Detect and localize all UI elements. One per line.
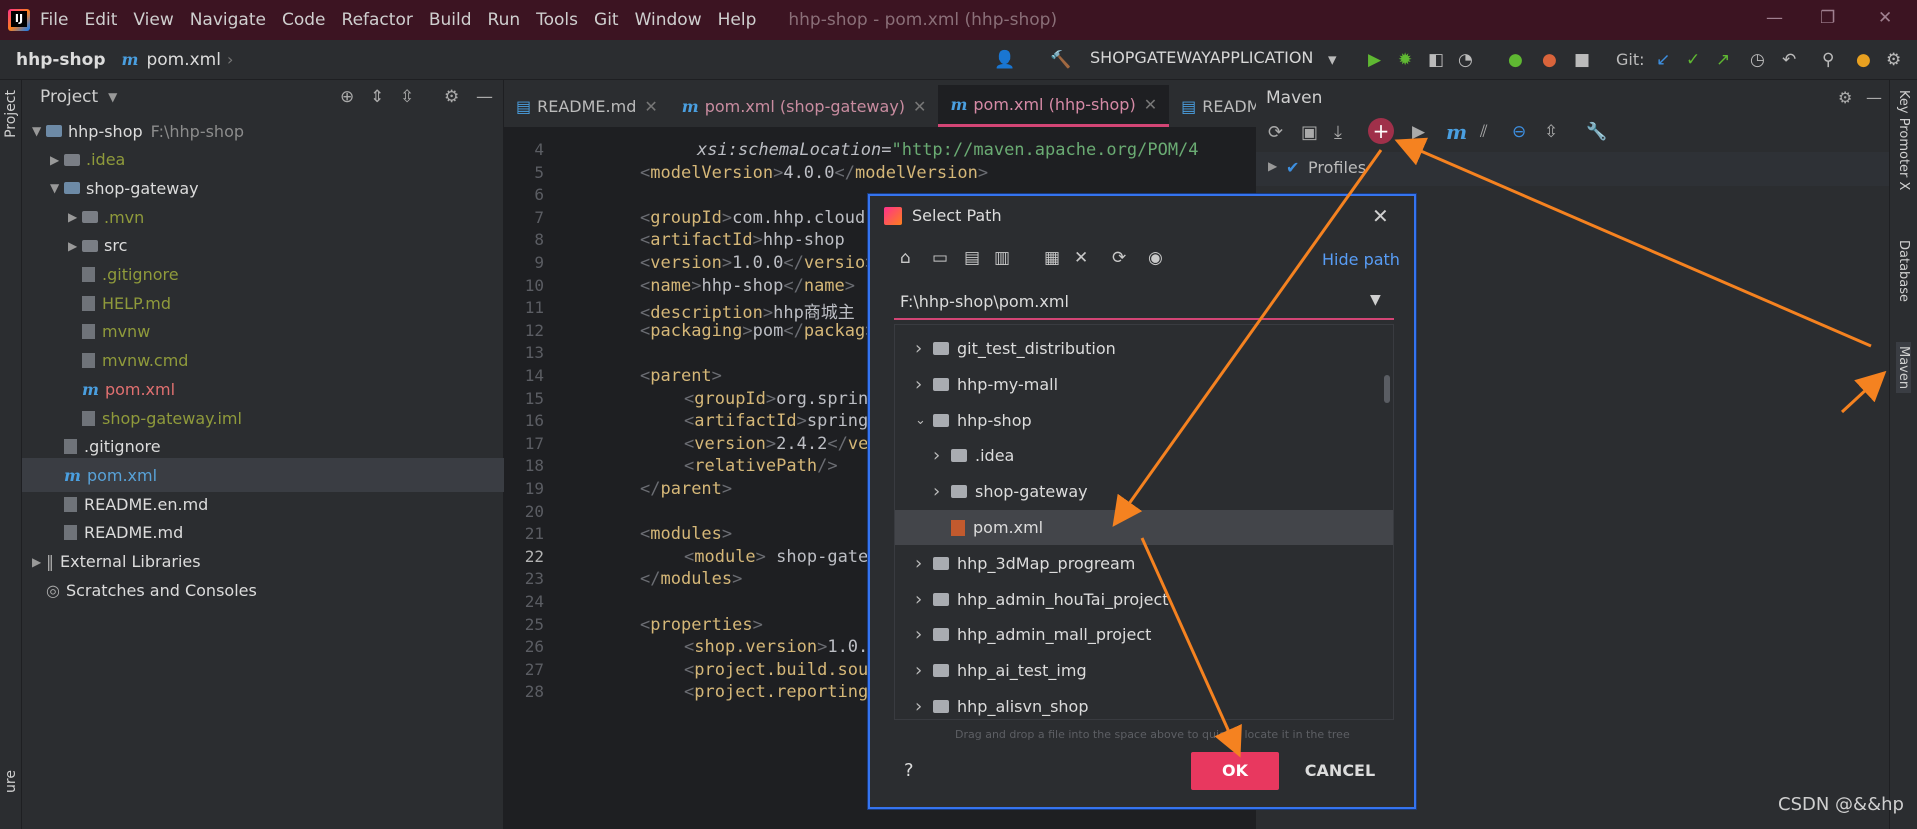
arrow-to-pom-file	[1112, 149, 1383, 527]
annotation-arrows	[1112, 137, 1887, 758]
watermark: CSDN @&&hp	[1778, 794, 1904, 815]
arrow-to-maven-tab	[1840, 370, 1887, 414]
arrow-to-ok-button	[1140, 537, 1242, 758]
arrow-to-add-button	[1394, 137, 1872, 348]
